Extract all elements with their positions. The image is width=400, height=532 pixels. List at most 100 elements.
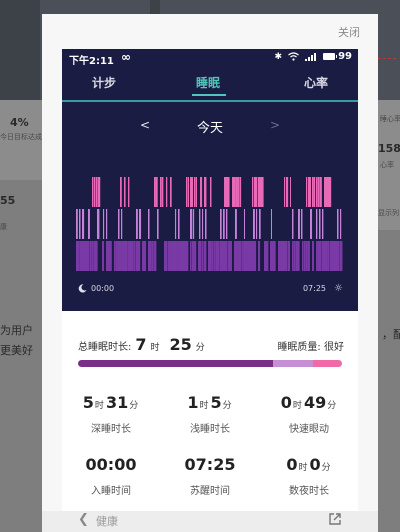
total-sleep-duration: 总睡眠时长: 7 时 25 分	[78, 335, 205, 354]
deep-sleep-mark	[234, 241, 237, 271]
stat-value: 00:00	[62, 455, 160, 474]
background-red-line	[378, 58, 396, 60]
background-number: 158	[378, 142, 400, 155]
light-sleep-mark	[337, 209, 339, 239]
deep-sleep-mark	[106, 241, 109, 271]
hour-unit: 时	[150, 343, 160, 353]
awake-mark	[166, 177, 168, 207]
awake-mark	[94, 177, 96, 207]
deep-sleep-mark	[286, 241, 288, 271]
phone-screenshot: 下午2:11 ∞ ✱ 99 计步 睡眠 心率 今天 < > 00:00 07:2…	[62, 49, 358, 532]
light-sleep-mark	[253, 209, 255, 239]
awake-mark	[186, 177, 188, 207]
battery-icon	[323, 53, 338, 60]
stat-hour-unit: 时	[298, 463, 308, 473]
deep-sleep-mark	[130, 241, 133, 271]
composition-segment-deep	[78, 360, 274, 367]
deep-sleep-mark	[292, 241, 294, 271]
wifi-icon	[288, 52, 299, 61]
stat-value: 0 时 0 分	[260, 455, 358, 474]
deep-sleep-mark	[258, 241, 261, 271]
background-text-right: ，配	[382, 328, 400, 341]
deep-sleep-mark	[288, 241, 291, 271]
background-right-label: 显示列	[378, 209, 399, 217]
deep-sleep-mark	[246, 241, 248, 271]
awake-mark	[98, 177, 101, 207]
deep-sleep-mark	[142, 241, 145, 271]
rem-sleep-stat: 0 时 49 分 快速眼动	[260, 393, 358, 435]
tab-sleep[interactable]: 睡眠	[196, 74, 220, 91]
awake-mark	[120, 177, 122, 207]
light-sleep-stat: 1 时 5 分 浅睡时长	[161, 393, 259, 435]
deep-sleep-mark	[328, 241, 330, 271]
share-icon[interactable]	[328, 512, 342, 526]
battery-level: 99	[338, 51, 352, 62]
tab-bar: 计步 睡眠 心率	[62, 69, 358, 97]
tab-steps[interactable]: 计步	[92, 74, 116, 91]
deep-sleep-mark	[120, 241, 122, 271]
screenshot-modal: 关闭 下午2:11 ∞ ✱ 99 计步 睡眠 心率 今天 < > 00:00 0…	[42, 14, 378, 532]
awake-mark	[188, 177, 190, 207]
deep-sleep-mark	[302, 241, 304, 271]
active-tab-indicator	[192, 94, 226, 96]
deep-sleep-mark	[322, 241, 325, 271]
deep-sleep-mark	[88, 241, 90, 271]
status-icons: ✱ 99	[275, 51, 352, 62]
background-text-left: 为用户	[0, 324, 33, 337]
chart-time-axis: 00:00 07:25 ☼	[62, 283, 358, 297]
background-right-top: 睡心率	[380, 115, 400, 123]
deep-sleep-mark	[230, 241, 232, 271]
awake-mark	[92, 177, 94, 207]
light-sleep-mark	[259, 209, 261, 239]
awake-mark	[262, 177, 264, 207]
stat-time: 07:25	[184, 455, 236, 474]
awake-mark	[204, 177, 207, 207]
awake-mark	[284, 177, 286, 207]
sleep-composition-bar	[78, 360, 342, 367]
awake-mark	[260, 177, 263, 207]
deep-sleep-mark	[84, 241, 87, 271]
stat-hour-unit: 时	[94, 401, 104, 411]
awake-mark	[190, 177, 193, 207]
awake-mark	[316, 177, 318, 207]
stat-minute-unit: 分	[327, 401, 337, 411]
awake-mark	[154, 177, 156, 207]
deep-sleep-mark	[178, 241, 181, 271]
deep-sleep-mark	[304, 241, 306, 271]
sleep-start-time: 00:00	[91, 284, 115, 293]
stat-label: 快速眼动	[289, 424, 329, 435]
close-button[interactable]: 关闭	[338, 24, 360, 40]
next-day-button[interactable]: >	[270, 118, 280, 132]
stat-hours: 0	[280, 393, 292, 412]
deep-sleep-mark	[242, 241, 244, 271]
previous-day-button[interactable]: <	[140, 118, 150, 132]
deep-sleep-mark	[296, 241, 299, 271]
deep-sleep-mark	[236, 241, 238, 271]
light-sleep-mark	[292, 209, 294, 239]
deep-sleep-mark	[144, 241, 147, 271]
back-chevron-icon[interactable]: ❮	[78, 512, 89, 527]
stat-hours: 1	[187, 393, 199, 412]
composition-segment-rem	[312, 360, 342, 367]
stat-hour-unit: 时	[292, 401, 302, 411]
deep-sleep-mark	[274, 241, 276, 271]
stat-hour-unit: 时	[199, 401, 209, 411]
deep-sleep-mark	[154, 241, 157, 271]
awake-mark	[228, 177, 230, 207]
stat-minutes: 49	[303, 393, 327, 412]
deep-sleep-mark	[282, 241, 285, 271]
awake-mark	[156, 177, 158, 207]
deep-sleep-mark	[132, 241, 134, 271]
bottom-toolbar: ❮ 健康	[42, 511, 378, 532]
light-sleep-mark	[175, 209, 177, 239]
deep-sleep-mark	[108, 241, 111, 271]
back-label[interactable]: 健康	[96, 513, 118, 529]
wake-time-label: 07:25	[302, 284, 326, 293]
tab-heart-rate[interactable]: 心率	[304, 74, 328, 91]
total-sleep-label: 总睡眠时长:	[78, 342, 132, 353]
stat-value: 0 时 49 分	[260, 393, 358, 412]
sleep-quality: 睡眠质量: 很好	[277, 338, 344, 353]
sleep-summary: 总睡眠时长: 7 时 25 分 睡眠质量: 很好 5 时 31 分 深睡时长 1…	[62, 311, 358, 532]
light-sleep-mark	[106, 209, 108, 239]
deep-sleep-mark	[150, 241, 152, 271]
